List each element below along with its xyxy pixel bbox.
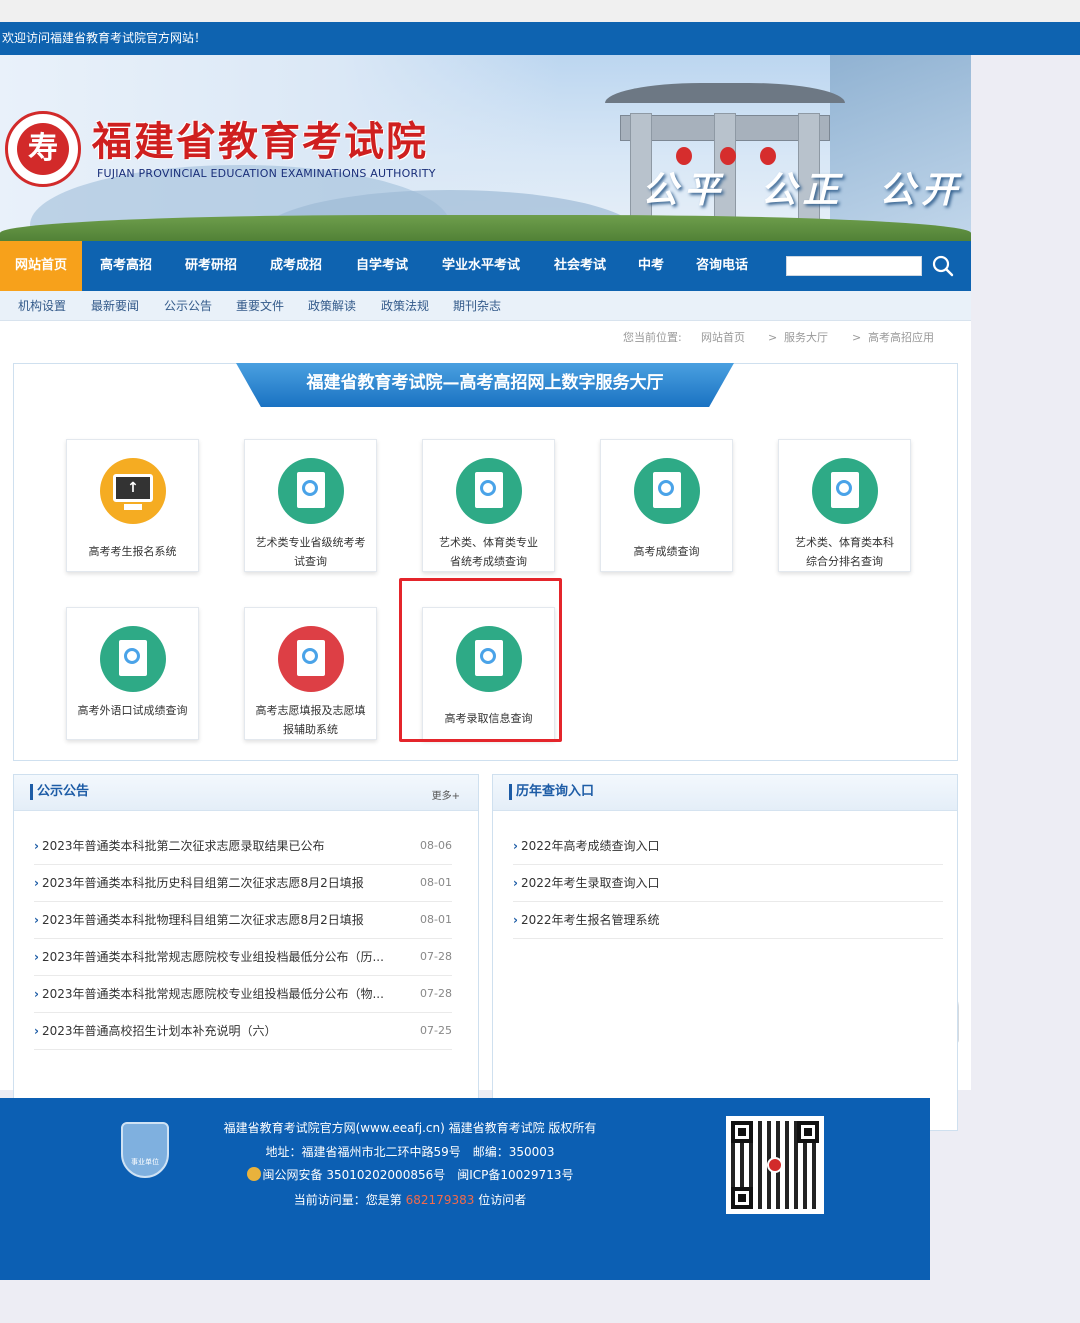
chevron-right-icon: › [34, 839, 39, 853]
slogan: 公平 公正 公开 [642, 169, 964, 211]
card-label-2: 省统考成绩查询 [450, 555, 527, 568]
visit-counter: 682179383 [405, 1193, 475, 1207]
main-nav: 网站首页 高考高招 研考研招 成考成招 自学考试 学业水平考试 社会考试 中考 … [0, 241, 971, 291]
history-item[interactable]: › 2022年考生录取查询入口 [513, 865, 943, 902]
card-label: 高考外语口试成绩查询 [77, 704, 188, 717]
sub-nav: 机构设置 最新要闻 公示公告 重要文件 政策解读 政策法规 期刊杂志 [0, 291, 971, 321]
header-banner: 寿 福建省教育考试院 FUJIAN PROVINCIAL EDUCATION E… [0, 55, 971, 241]
score-sheet-icon [100, 626, 166, 692]
notice-item[interactable]: › 2023年普通类本科批常规志愿院校专业组投档最低分公布（物... 07-28 [34, 976, 452, 1013]
footer-visits: 当前访问量：您是第 682179383 位访问者 [293, 1193, 527, 1207]
card-gaokao-scores[interactable]: 高考成绩查询 [600, 439, 733, 572]
breadcrumb-prefix: 您当前位置: [623, 331, 682, 344]
history-item[interactable]: › 2022年考生报名管理系统 [513, 902, 943, 939]
subnav-jigou[interactable]: 机构设置 [18, 291, 66, 321]
breadcrumb-hall[interactable]: 服务大厅 [784, 330, 828, 346]
nav-home[interactable]: 网站首页 [0, 241, 82, 291]
breadcrumb-sep: > [768, 331, 778, 344]
police-badge-icon [246, 1167, 261, 1181]
site-title-en: FUJIAN PROVINCIAL EDUCATION EXAMINATIONS… [97, 167, 436, 180]
breadcrumb-sep: > [852, 331, 862, 344]
score-sheet-icon [634, 458, 700, 524]
qr-code [726, 1116, 824, 1214]
subnav-notices[interactable]: 公示公告 [164, 291, 212, 321]
notices-more-link[interactable]: 更多+ [432, 787, 460, 802]
nav-xueye[interactable]: 学业水平考试 [432, 241, 530, 291]
card-oral-english-scores[interactable]: 高考外语口试成绩查询 [66, 607, 199, 740]
service-hall-title: 福建省教育考试院—高考高招网上数字服务大厅 [236, 363, 734, 407]
score-sheet-icon [812, 458, 878, 524]
card-label: 高考志愿填报及志愿填 [255, 704, 366, 717]
breadcrumb-home[interactable]: 网站首页 [701, 330, 745, 346]
seal-char: 寿 [17, 123, 69, 175]
chevron-right-icon: › [513, 839, 518, 853]
subnav-journals[interactable]: 期刊杂志 [453, 291, 501, 321]
qr-logo-icon [767, 1157, 783, 1173]
chevron-right-icon: › [34, 950, 39, 964]
footer: 事业单位 福建省教育考试院官方网(www.eeafj.cn) 福建省教育考试院 … [0, 1098, 930, 1280]
card-label-2: 综合分排名查询 [806, 555, 883, 568]
nav-shehui[interactable]: 社会考试 [544, 241, 616, 291]
chevron-right-icon: › [34, 1024, 39, 1038]
card-art-provincial-exam[interactable]: 艺术类专业省级统考考 试查询 [244, 439, 377, 572]
footer-copyright: 福建省教育考试院官方网(www.eeafj.cn) 福建省教育考试院 版权所有 [223, 1121, 597, 1135]
card-label-2: 报辅助系统 [283, 723, 338, 736]
notice-item[interactable]: › 2023年普通高校招生计划本补充说明（六） 07-25 [34, 1013, 452, 1050]
chevron-right-icon: › [34, 876, 39, 890]
welcome-text: 欢迎访问福建省教育考试院官方网站！ [2, 31, 207, 45]
history-item[interactable]: › 2022年高考成绩查询入口 [513, 828, 943, 865]
notice-item[interactable]: › 2023年普通类本科批常规志愿院校专业组投档最低分公布（历... 07-28 [34, 939, 452, 976]
nav-zixue[interactable]: 自学考试 [346, 241, 418, 291]
card-label: 艺术类专业省级统考考 [255, 536, 366, 549]
card-gaokao-registration[interactable]: 高考考生报名系统 [66, 439, 199, 572]
card-label: 艺术类、体育类专业 [439, 536, 538, 549]
subnav-policy-interpret[interactable]: 政策解读 [308, 291, 356, 321]
highlight-box [399, 578, 562, 742]
chevron-right-icon: › [513, 876, 518, 890]
top-gap [0, 0, 1080, 22]
notice-item[interactable]: › 2023年普通类本科批第二次征求志愿录取结果已公布 08-06 [34, 828, 452, 865]
footer-icp[interactable]: 闽公网安备 35010202000856号 闽ICP备10029713号 [0, 1167, 820, 1183]
page: 寿 福建省教育考试院 FUJIAN PROVINCIAL EDUCATION E… [0, 55, 971, 1131]
score-sheet-icon [278, 458, 344, 524]
card-label: 高考成绩查询 [633, 545, 700, 558]
card-art-sports-ranking[interactable]: 艺术类、体育类本科 综合分排名查询 [778, 439, 911, 572]
nav-yankao[interactable]: 研考研招 [175, 241, 247, 291]
chevron-right-icon: › [513, 913, 518, 927]
nav-gaokao[interactable]: 高考高招 [90, 241, 162, 291]
subnav-regulations[interactable]: 政策法规 [381, 291, 429, 321]
notice-item[interactable]: › 2023年普通类本科批历史科目组第二次征求志愿8月2日填报 08-01 [34, 865, 452, 902]
footer-address: 地址：福建省福州市北二环中路59号 邮编：350003 [265, 1145, 555, 1159]
card-label: 艺术类、体育类本科 [795, 536, 894, 549]
chevron-right-icon: › [34, 913, 39, 927]
checklist-pencil-icon [278, 626, 344, 692]
nav-chengkao[interactable]: 成考成招 [260, 241, 332, 291]
subnav-documents[interactable]: 重要文件 [236, 291, 284, 321]
nav-hotline[interactable]: 咨询电话 [686, 241, 758, 291]
history-title: 历年查询入口 [509, 784, 594, 800]
chevron-right-icon: › [34, 987, 39, 1001]
score-sheet-icon [456, 458, 522, 524]
card-label-2: 试查询 [294, 555, 327, 568]
card-volunteer-filling[interactable]: 高考志愿填报及志愿填 报辅助系统 [244, 607, 377, 740]
notices-title: 公示公告 [30, 784, 89, 800]
card-label: 高考考生报名系统 [88, 545, 177, 558]
site-title[interactable]: 福建省教育考试院 [92, 109, 428, 167]
welcome-bar: 欢迎访问福建省教育考试院官方网站！ [0, 22, 1080, 55]
notice-item[interactable]: › 2023年普通类本科批物理科目组第二次征求志愿8月2日填报 08-01 [34, 902, 452, 939]
subnav-news[interactable]: 最新要闻 [91, 291, 139, 321]
computer-upload-icon [100, 458, 166, 524]
card-art-sports-scores[interactable]: 艺术类、体育类专业 省统考成绩查询 [422, 439, 555, 572]
nav-zhongkao[interactable]: 中考 [630, 241, 672, 291]
search-icon[interactable] [930, 253, 956, 279]
search-input[interactable] [786, 256, 922, 276]
breadcrumb-current: 高考高招应用 [868, 331, 934, 344]
logo-seal-icon[interactable]: 寿 [5, 111, 81, 187]
